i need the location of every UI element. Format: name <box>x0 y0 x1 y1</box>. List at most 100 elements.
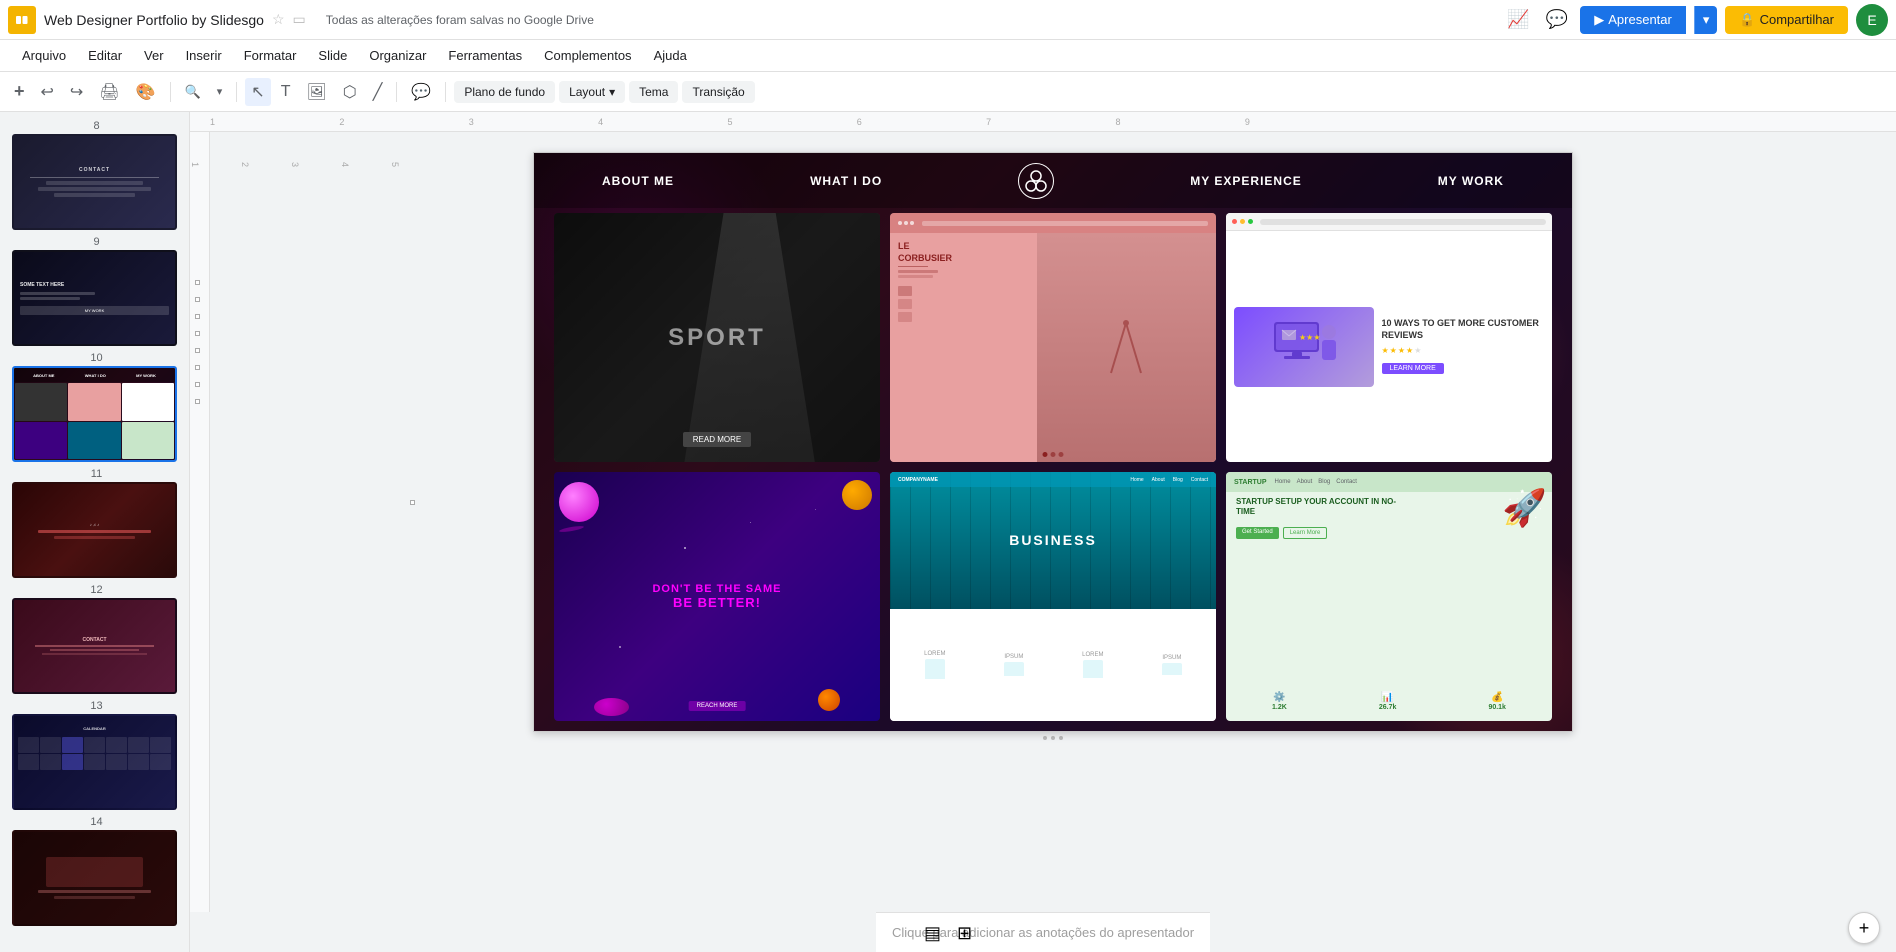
nav-my-work: MY WORK <box>1438 174 1504 188</box>
menu-editar[interactable]: Editar <box>78 44 132 67</box>
slide-thumb-8[interactable]: CONTACT <box>12 134 177 230</box>
startup-stats: ⚙️ 1.2K 📊 26.7k 💰 90.1k <box>1226 692 1552 711</box>
apresentar-button[interactable]: ▶ Apresentar <box>1580 6 1686 34</box>
toolbar: + ↩ ↪ 🖨 🎨 🔍 ▾ ↖ T 🖼 ⬡ ╱ 💬 Plano de fundo… <box>0 72 1896 112</box>
biz-title: BUSINESS <box>1009 532 1097 548</box>
slide-panel: 8 CONTACT 9 SOME TEXT HERE MY WORK <box>0 112 190 952</box>
shape-button[interactable]: ⬡ <box>337 78 363 106</box>
add-slide-button[interactable]: + <box>1848 912 1880 944</box>
slide-thumb-10[interactable]: ABOUT ME WHAT I DO MY WORK <box>12 366 177 462</box>
sport-title: SPORT <box>668 324 766 352</box>
separator-3 <box>396 82 397 102</box>
filmstrip-view-button[interactable]: ⊞ <box>957 923 972 944</box>
slide-num-14: 14 <box>4 816 185 828</box>
space-btn: REACH MORE <box>689 701 746 711</box>
menu-slide[interactable]: Slide <box>308 44 357 67</box>
print-button[interactable]: 🖨 <box>93 78 125 106</box>
zoom-button[interactable]: 🔍 <box>179 80 207 104</box>
slide-canvas[interactable]: ABOUT ME WHAT I DO MY EXPERIENCE MY WORK <box>533 152 1573 732</box>
slide-row-8: 8 CONTACT <box>4 120 185 230</box>
layout-button[interactable]: Layout ▾ <box>559 81 625 103</box>
ruler-marks: 12345 6789 <box>210 115 1250 129</box>
biz-top: COMPANYNAME Home About Blog Contact BUSI… <box>890 472 1216 609</box>
sport-btn: READ MORE <box>683 432 751 447</box>
slide-thumb-14[interactable] <box>12 830 177 926</box>
slide-row-14: 14 <box>4 816 185 926</box>
slide-num-8: 8 <box>4 120 185 132</box>
background-button[interactable]: Plano de fundo <box>454 81 555 103</box>
slide-thumb-9[interactable]: SOME TEXT HERE MY WORK <box>12 250 177 346</box>
select-button[interactable]: ↖ <box>245 78 270 106</box>
reviews-card: ★★★ <box>1226 213 1552 462</box>
slide-num-9: 9 <box>4 236 185 248</box>
theme-button[interactable]: Tema <box>629 81 678 103</box>
line-button[interactable]: ╱ <box>367 78 389 106</box>
activity-icon[interactable]: 📈 <box>1503 5 1533 34</box>
space-line1: DON'T BE THE SAME <box>652 583 781 595</box>
add-button[interactable]: + <box>8 77 31 106</box>
reviews-cta-btn: LEARN MORE <box>1382 363 1444 374</box>
comment-add-button[interactable]: 💬 <box>405 78 437 106</box>
menu-bar: Arquivo Editar Ver Inserir Formatar Slid… <box>0 40 1896 72</box>
apresentar-dropdown[interactable]: ▾ <box>1694 6 1718 34</box>
sport-card: SPORT READ MORE <box>554 213 880 462</box>
startup-title: STARTUP SETUP YOUR ACCOUNT IN NO-TIME <box>1236 497 1405 518</box>
menu-organizar[interactable]: Organizar <box>359 44 436 67</box>
menu-ajuda[interactable]: Ajuda <box>644 44 697 67</box>
slide-row-13: 13 CALENDAR <box>4 700 185 810</box>
nav-icon <box>1018 163 1054 199</box>
canvas-wrapper: 12345 <box>190 132 1896 912</box>
reviews-illustration: ★★★ <box>1234 307 1374 387</box>
space-line2: BE BETTER! <box>652 595 781 610</box>
main-layout: 8 CONTACT 9 SOME TEXT HERE MY WORK <box>0 112 1896 952</box>
undo-button[interactable]: ↩ <box>35 78 60 106</box>
top-bar: Web Designer Portfolio by Slidesgo ☆ ▭ T… <box>0 0 1896 40</box>
compartilhar-button[interactable]: 🔒 Compartilhar <box>1725 6 1848 34</box>
monitor-icon: ▶ <box>1594 12 1604 28</box>
menu-arquivo[interactable]: Arquivo <box>12 44 76 67</box>
user-avatar[interactable]: E <box>1856 4 1888 36</box>
paint-format-button[interactable]: 🎨 <box>130 78 162 106</box>
save-status: Todas as alterações foram salvas no Goog… <box>326 13 594 27</box>
slide-row-12: 12 CONTACT <box>4 584 185 694</box>
comment-icon[interactable]: 💬 <box>1542 5 1572 34</box>
slide-thumb-12[interactable]: CONTACT <box>12 598 177 694</box>
lecorbusier-card: LE CORBUSIER <box>890 213 1216 462</box>
reviews-content: ★★★ <box>1226 231 1552 462</box>
ruler-horizontal: 12345 6789 <box>190 112 1896 132</box>
redo-button[interactable]: ↪ <box>64 78 89 106</box>
nav-experience: MY EXPERIENCE <box>1190 174 1301 188</box>
menu-ferramentas[interactable]: Ferramentas <box>438 44 532 67</box>
menu-complementos[interactable]: Complementos <box>534 44 641 67</box>
doc-title: Web Designer Portfolio by Slidesgo <box>44 12 264 28</box>
zoom-add-area: + <box>1848 912 1880 944</box>
resize-handle <box>1043 736 1063 740</box>
slide-row-10: 10 ABOUT ME WHAT I DO MY WORK <box>4 352 185 462</box>
ruler-vertical: 12345 <box>190 132 210 912</box>
lecorb-nav-dots <box>1043 452 1064 457</box>
menu-ver[interactable]: Ver <box>134 44 174 67</box>
text-button[interactable]: T <box>275 79 297 105</box>
svg-text:★★★: ★★★ <box>1299 333 1321 342</box>
menu-inserir[interactable]: Inserir <box>176 44 232 67</box>
transition-button[interactable]: Transição <box>682 81 754 103</box>
stars-row: ★★★★★ <box>1382 346 1545 355</box>
star-icon[interactable]: ☆ <box>272 11 285 28</box>
separator-1 <box>170 82 171 102</box>
slide-thumb-11[interactable]: ♪ ♫ ♪ <box>12 482 177 578</box>
reviews-header <box>1226 213 1552 231</box>
image-button[interactable]: 🖼 <box>300 78 332 106</box>
slide-thumb-13[interactable]: CALENDAR <box>12 714 177 810</box>
grid-view-button[interactable]: ▤ <box>924 923 941 944</box>
app-icon[interactable] <box>8 6 36 34</box>
slide-num-10: 10 <box>4 352 185 364</box>
slide-num-13: 13 <box>4 700 185 712</box>
drive-icon[interactable]: ▭ <box>293 11 306 28</box>
nav-what-i-do: WHAT I DO <box>810 174 882 188</box>
bottom-toolbar: ▤ ⊞ <box>924 923 972 944</box>
slide-row-9: 9 SOME TEXT HERE MY WORK <box>4 236 185 346</box>
menu-formatar[interactable]: Formatar <box>234 44 307 67</box>
biz-bottom: LOREM IPSUM LOREM <box>890 609 1216 721</box>
zoom-dropdown[interactable]: ▾ <box>211 81 229 102</box>
slide-row-11: 11 ♪ ♫ ♪ <box>4 468 185 578</box>
